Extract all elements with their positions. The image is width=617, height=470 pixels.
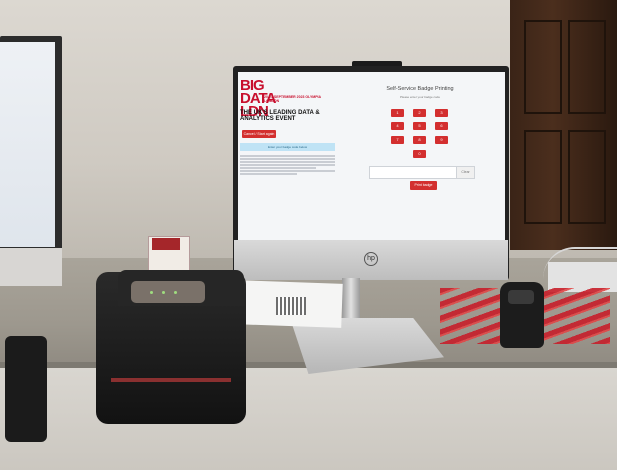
print-badge-button[interactable]: Print badge: [410, 181, 437, 190]
page-subtitle: Please enter your badge code: [399, 95, 441, 99]
left-monitor-chin: [0, 248, 62, 286]
keypad-key-7[interactable]: 7: [391, 136, 404, 144]
keypad-key-6[interactable]: 6: [435, 122, 448, 130]
qr-code: [276, 297, 306, 315]
cancel-button[interactable]: Cancel / Start again: [242, 130, 276, 138]
keypad-key-2[interactable]: 2: [413, 109, 426, 117]
hp-logo: hp: [364, 252, 378, 266]
keypad-key-3[interactable]: 3: [435, 109, 448, 117]
keypad-key-9[interactable]: 9: [435, 136, 448, 144]
printer-control-panel: [131, 281, 205, 303]
keypad-key-0[interactable]: 0: [413, 150, 426, 158]
wooden-door: [510, 0, 617, 250]
event-tagline: THE UK'S LEADING DATA & ANALYTICS EVENT: [240, 110, 320, 122]
printer-led: [162, 291, 165, 294]
keypad-key-5[interactable]: 5: [413, 122, 426, 130]
badge-paper-print: [152, 238, 180, 250]
event-dates: 20-21 SEPTEMBER 2023 OLYMPIA LONDON: [264, 95, 321, 103]
keypad-key-1[interactable]: 1: [391, 109, 404, 117]
page-title: Self-Service Badge Printing: [386, 86, 454, 92]
clear-button[interactable]: Clear: [456, 166, 475, 179]
instructions-text: [240, 154, 335, 180]
printer-output-slot: [111, 378, 231, 382]
printer-led: [174, 291, 177, 294]
left-monitor-screen: [0, 42, 55, 247]
counter-front: [0, 368, 617, 470]
scanner-window: [508, 290, 534, 304]
keypad-key-4[interactable]: 4: [391, 122, 404, 130]
keypad-key-8[interactable]: 8: [413, 136, 426, 144]
badge-code-input[interactable]: [369, 166, 457, 179]
printer-led: [150, 291, 153, 294]
info-bar: Enter your badge code below: [240, 143, 335, 151]
left-scanner: [5, 336, 47, 442]
